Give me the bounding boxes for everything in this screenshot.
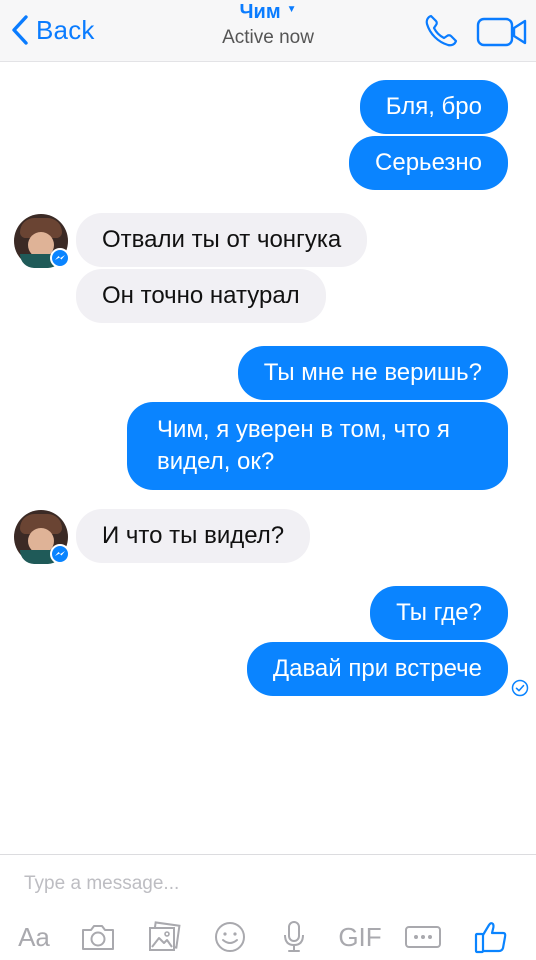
- avatar[interactable]: [14, 214, 70, 268]
- back-chevron-icon: [12, 15, 28, 45]
- message-outgoing[interactable]: Ты мне не веришь?: [237, 346, 508, 400]
- message-input[interactable]: [0, 855, 536, 913]
- message-incoming[interactable]: Он точно натурал: [76, 269, 326, 323]
- emoji-button[interactable]: [210, 917, 250, 957]
- back-label: Back: [36, 14, 95, 45]
- emoji-icon: [215, 922, 245, 952]
- microphone-button[interactable]: [274, 917, 314, 957]
- avatar[interactable]: [14, 510, 70, 564]
- message-outgoing[interactable]: Давай при встрече: [246, 642, 508, 696]
- microphone-icon: [284, 921, 304, 952]
- camera-button[interactable]: [78, 917, 118, 957]
- chevron-down-icon: ▼: [286, 3, 297, 15]
- more-button[interactable]: [403, 917, 443, 957]
- video-camera-icon[interactable]: [476, 14, 528, 50]
- messenger-badge-icon: [50, 248, 70, 268]
- messenger-badge-icon: [50, 544, 70, 564]
- contact-name: Чим: [239, 0, 281, 23]
- active-status: Active now: [222, 27, 314, 48]
- message-outgoing[interactable]: Серьезно: [349, 136, 508, 190]
- gif-button[interactable]: GIF: [336, 917, 384, 957]
- message-incoming[interactable]: Отвали ты от чонгука: [76, 213, 368, 267]
- more-icon: [405, 926, 441, 948]
- message-outgoing[interactable]: Ты где?: [370, 586, 508, 640]
- gallery-button[interactable]: [144, 917, 184, 957]
- conversation-header: Back Чим ▼ Active now: [0, 0, 536, 62]
- message-incoming[interactable]: И что ты видел?: [76, 509, 311, 563]
- like-button[interactable]: [470, 917, 512, 957]
- thumbs-up-icon: [474, 922, 507, 954]
- camera-icon: [82, 925, 114, 950]
- back-button[interactable]: Back: [10, 12, 95, 48]
- message-outgoing[interactable]: Бля, бро: [359, 80, 508, 134]
- text-format-label: Aa: [18, 921, 50, 952]
- message-composer: Aa: [0, 854, 536, 960]
- message-outgoing[interactable]: Чим, я уверен в том, что я видел, ок?: [127, 402, 508, 490]
- composer-toolbar: Aa GIF: [0, 917, 536, 959]
- gallery-icon: [149, 921, 181, 951]
- phone-icon[interactable]: [422, 12, 460, 50]
- contact-name-button[interactable]: Чим ▼: [168, 0, 368, 24]
- contact-info: Чим ▼ Active now: [168, 0, 368, 49]
- seen-check-icon: [511, 679, 529, 697]
- text-format-button[interactable]: Aa: [14, 917, 54, 957]
- gif-label: GIF: [338, 921, 382, 952]
